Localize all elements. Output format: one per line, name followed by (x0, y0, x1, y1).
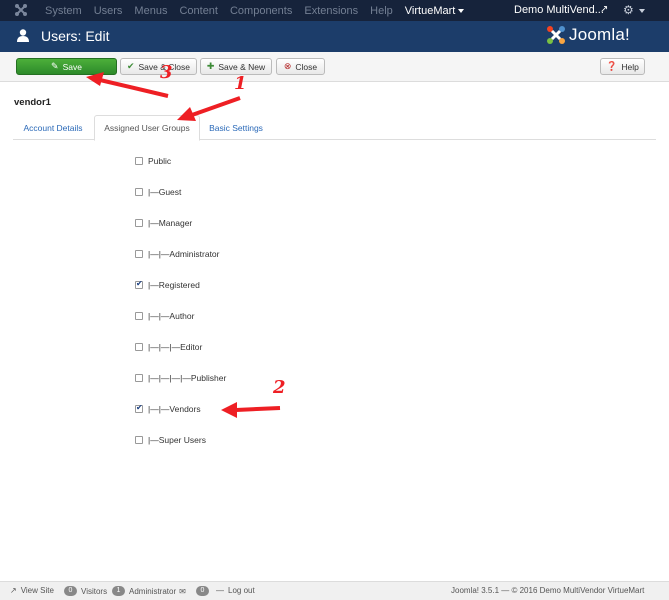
plus-icon: ✚ (206, 61, 215, 71)
arrow-to-vendors (221, 402, 281, 418)
admin-navbar: System Users Menus Content Components Ex… (0, 0, 669, 21)
view-site-label: View Site (20, 586, 54, 595)
pencil-icon: ✎ (51, 61, 59, 71)
menu-system[interactable]: System (45, 5, 82, 17)
save-label: Save (62, 61, 82, 72)
minus-icon: — (216, 586, 224, 595)
toolbar: ✎ Save ✔ Save & Close ✚ Save & New ⊗ Clo… (0, 52, 669, 82)
site-name-link[interactable]: Demo MultiVend... (514, 4, 604, 16)
joomla-icon[interactable] (14, 3, 28, 17)
tab-bar: Account Details Assigned User Groups Bas… (13, 115, 656, 141)
group-checkbox[interactable] (135, 219, 143, 227)
page-header: Users: Edit Joomla! (0, 21, 669, 52)
logout-link[interactable]: — Log out (216, 586, 255, 595)
messages-count-badge: 0 (196, 586, 209, 596)
close-button[interactable]: ⊗ Close (276, 58, 325, 75)
visitors-count-badge: 0 (64, 586, 77, 596)
envelope-icon: ✉ (179, 586, 186, 596)
close-label: Close (295, 61, 318, 72)
group-item: Public (135, 155, 171, 167)
menu-components[interactable]: Components (230, 5, 292, 17)
menu-help[interactable]: Help (370, 5, 393, 17)
group-item: |—Guest (135, 186, 181, 198)
group-label: |—|—|—Editor (148, 342, 203, 352)
group-checkbox[interactable] (135, 374, 143, 382)
visitors-status: 0 Visitors (64, 586, 107, 596)
group-item: |—|—Author (135, 310, 194, 322)
messages-status: 0 (196, 586, 213, 596)
group-item: |—|—|—Editor (135, 341, 202, 353)
administrator-label: Administrator (129, 586, 177, 596)
view-site-link[interactable]: ↗ View Site (10, 586, 54, 595)
tab-account-details[interactable]: Account Details (13, 115, 93, 140)
tab-basic-settings[interactable]: Basic Settings (201, 115, 271, 140)
group-label: |—|—Vendors (148, 404, 201, 414)
group-checkbox[interactable] (135, 279, 143, 289)
annotation-overlay (86, 72, 281, 418)
group-item: |—|—|—|—Publisher (135, 372, 226, 384)
administrator-status: 1 Administrator ✉ (112, 586, 186, 596)
group-checkbox[interactable] (135, 157, 143, 165)
joomla-wordmark: Joomla! (569, 25, 630, 44)
admin-menu: System Users Menus Content Components Ex… (45, 0, 476, 21)
group-label: |—|—|—|—Publisher (148, 373, 227, 383)
group-label: |—Registered (148, 280, 200, 290)
menu-extensions[interactable]: Extensions (304, 5, 358, 17)
group-item: |—Manager (135, 217, 192, 229)
menu-virtuemart[interactable]: VirtueMart (405, 5, 465, 17)
check-icon: ✔ (126, 61, 135, 71)
save-new-label: Save & New (218, 61, 266, 72)
group-checkbox[interactable] (135, 188, 143, 196)
help-button[interactable]: ❓ Help (600, 58, 645, 75)
group-label: |—|—Administrator (148, 249, 220, 259)
group-checkbox[interactable] (135, 403, 143, 413)
save-button[interactable]: ✎ Save (16, 58, 117, 75)
visitors-label: Visitors (81, 586, 108, 596)
copyright: Joomla! 3.5.1 — © 2016 Demo MultiVendor … (451, 586, 645, 595)
menu-menus[interactable]: Menus (134, 5, 167, 17)
group-item: |—Super Users (135, 434, 206, 446)
annotation-number-3: 3 (160, 62, 173, 83)
menu-users[interactable]: Users (94, 5, 123, 17)
page-title: Users: Edit (41, 28, 110, 44)
admin-count-badge: 1 (112, 586, 125, 596)
user-icon (17, 29, 29, 42)
group-label: |—|—Author (148, 311, 195, 321)
annotation-number-1: 1 (234, 73, 247, 94)
gear-icon[interactable]: ⚙ (623, 3, 634, 17)
question-icon: ❓ (606, 61, 618, 71)
group-label: |—Super Users (148, 435, 206, 445)
group-checkbox[interactable] (135, 250, 143, 258)
external-link-icon: ↗ (10, 586, 17, 595)
close-icon: ⊗ (283, 61, 292, 71)
group-label: Public (148, 156, 172, 166)
joomla-logo-icon (547, 26, 565, 44)
chevron-down-icon (639, 9, 645, 13)
joomla-logo: Joomla! (546, 25, 630, 45)
group-checkbox[interactable] (135, 312, 143, 320)
help-label: Help (621, 61, 639, 72)
group-label: |—Manager (148, 218, 193, 228)
group-item: |—|—Administrator (135, 248, 220, 260)
menu-content[interactable]: Content (179, 5, 218, 17)
group-item: |—Registered (135, 279, 200, 291)
group-checkbox[interactable] (135, 436, 143, 444)
user-name-heading: vendor1 (14, 97, 51, 108)
group-label: |—Guest (148, 187, 182, 197)
external-link-icon: ↗ (600, 4, 609, 15)
group-item: |—|—Vendors (135, 403, 201, 415)
status-footer: ↗ View Site 0 Visitors 1 Administrator ✉… (0, 581, 669, 600)
annotation-number-2: 2 (273, 377, 286, 398)
save-close-button[interactable]: ✔ Save & Close (120, 58, 197, 75)
logout-label: Log out (228, 586, 255, 595)
tab-assigned-user-groups[interactable]: Assigned User Groups (94, 115, 200, 141)
group-checkbox[interactable] (135, 343, 143, 351)
